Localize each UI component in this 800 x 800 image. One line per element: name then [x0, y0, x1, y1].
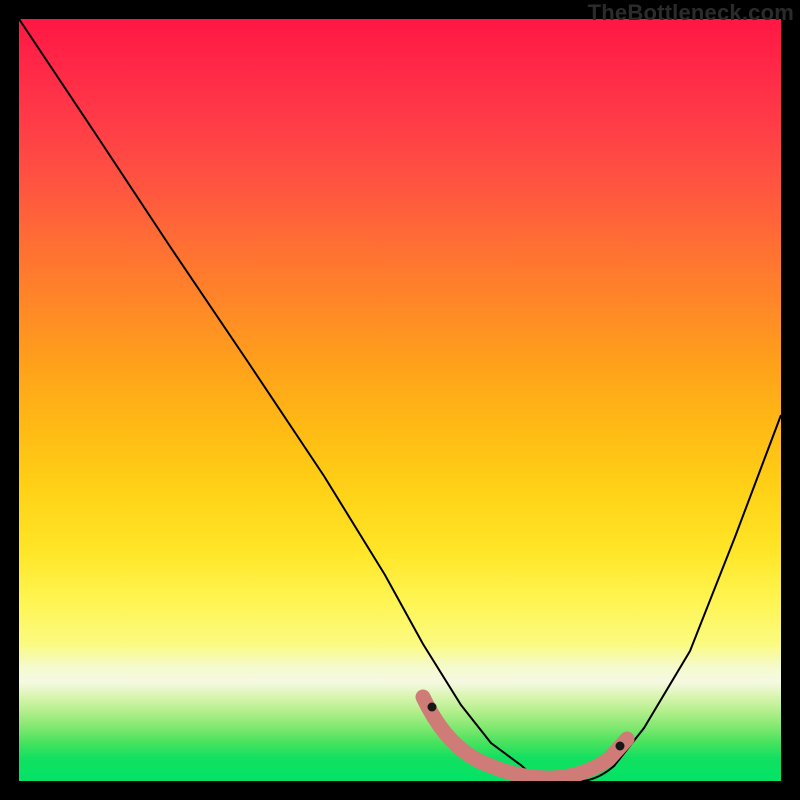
chart-svg — [19, 19, 781, 781]
watermark-text: TheBottleneck.com — [588, 0, 794, 26]
marker-dot-2 — [428, 703, 437, 712]
bottleneck-curve-line — [19, 19, 781, 781]
optimal-range-band — [423, 697, 627, 778]
marker-dot-1 — [616, 742, 625, 751]
